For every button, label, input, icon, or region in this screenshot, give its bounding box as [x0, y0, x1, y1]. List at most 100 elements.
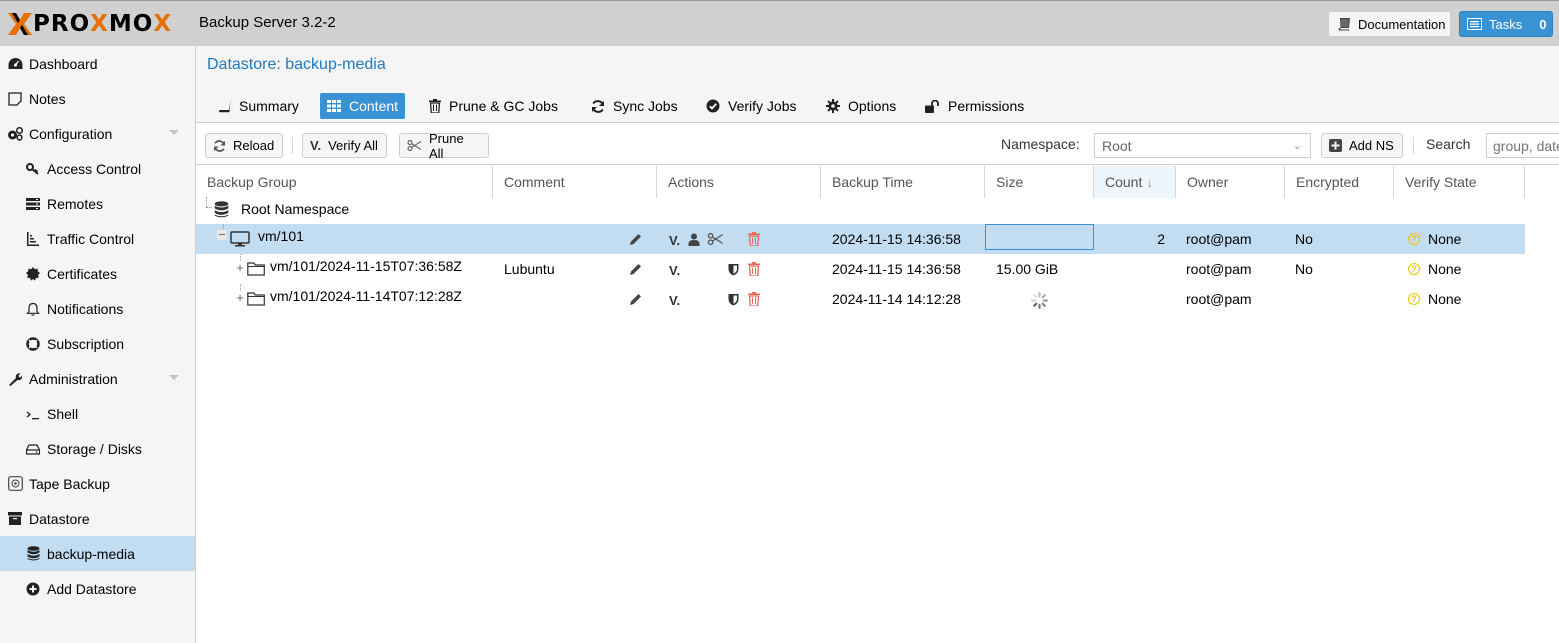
search-label: Search — [1426, 136, 1471, 152]
tab-sync-jobs[interactable]: Sync Jobs — [584, 93, 685, 119]
sidebar-item-shell[interactable]: Shell — [0, 396, 195, 431]
namespace-label: Namespace: — [1001, 136, 1080, 152]
lifebuoy-icon — [25, 336, 41, 352]
collapse-caret-icon[interactable] — [169, 130, 179, 135]
trash-icon — [429, 99, 441, 113]
sidebar-item-access-control[interactable]: Access Control — [0, 151, 195, 186]
folder-icon — [247, 284, 265, 314]
vm-monitor-icon — [230, 224, 250, 254]
add-ns-label: Add NS — [1349, 138, 1394, 153]
certificate-icon — [25, 266, 41, 282]
edit-comment-icon[interactable] — [629, 231, 642, 247]
collapse-icon[interactable]: − — [217, 228, 227, 241]
wrench-icon — [7, 371, 23, 387]
sidebar-item-remotes[interactable]: Remotes — [0, 186, 195, 221]
sidebar-item-add-datastore[interactable]: Add Datastore — [0, 571, 195, 606]
verify-all-button[interactable]: V. Verify All — [302, 133, 387, 158]
tasks-count: 0 — [1539, 16, 1547, 32]
verify-icon[interactable]: V. — [669, 262, 680, 278]
tab-bar: Summary Content Prune & GC Jobs Sync Job… — [196, 87, 1559, 123]
unlock-icon — [925, 99, 939, 113]
column-title: Backup Time — [832, 174, 913, 190]
sidebar-label: Add Datastore — [47, 580, 137, 597]
question-circle-icon: ? — [1408, 233, 1420, 245]
sidebar-item-traffic-control[interactable]: Traffic Control — [0, 221, 195, 256]
tab-permissions[interactable]: Permissions — [918, 93, 1031, 119]
change-owner-icon[interactable] — [688, 231, 700, 247]
namespace-select[interactable]: Root ⌄ — [1094, 133, 1311, 158]
sidebar-item-subscription[interactable]: Subscription — [0, 326, 195, 361]
encrypted: No — [1295, 231, 1313, 247]
database-icon — [25, 546, 41, 562]
documentation-button[interactable]: Documentation — [1328, 11, 1451, 37]
edit-comment-icon[interactable] — [629, 291, 642, 307]
verify-state-label: None — [1428, 231, 1462, 247]
sidebar-item-backup-media[interactable]: backup-media — [0, 536, 195, 571]
tasks-button[interactable]: Tasks 0 — [1459, 11, 1553, 37]
protected-shield-icon[interactable] — [728, 291, 739, 307]
owner: root@pam — [1186, 291, 1252, 307]
sidebar-item-notes[interactable]: Notes — [0, 81, 195, 116]
delete-icon[interactable] — [748, 261, 760, 277]
sidebar-item-storage-disks[interactable]: Storage / Disks — [0, 431, 195, 466]
chevron-down-icon: ⌄ — [1292, 140, 1302, 152]
edit-comment-icon[interactable] — [629, 261, 642, 277]
backup-count: 2 — [1157, 231, 1165, 247]
tab-label: Permissions — [948, 98, 1025, 114]
proxmox-x-icon — [8, 13, 32, 35]
protected-shield-icon[interactable] — [728, 261, 739, 277]
cogs-icon — [7, 126, 23, 142]
main-panel: Datastore: backup-media Summary Content … — [196, 46, 1559, 643]
search-input[interactable] — [1486, 133, 1559, 158]
prune-icon[interactable] — [707, 231, 724, 247]
product-version: Backup Server 3.2-2 — [199, 14, 336, 31]
owner: root@pam — [1186, 231, 1252, 247]
reload-button[interactable]: Reload — [205, 133, 283, 158]
column-title: Owner — [1187, 174, 1229, 190]
table-row[interactable]: + vm/101/2024-11-14T07:12:28Z V. 2024-11… — [196, 284, 1525, 314]
logo-text-pro: PRO — [33, 11, 91, 37]
question-circle-icon: ? — [1408, 293, 1420, 305]
sidebar-item-notifications[interactable]: Notifications — [0, 291, 195, 326]
sidebar-item-datastore[interactable]: Datastore — [0, 501, 195, 536]
tab-content[interactable]: Content — [320, 93, 406, 119]
sidebar-item-administration[interactable]: Administration — [0, 361, 195, 396]
refresh-icon — [592, 99, 604, 113]
table-row[interactable]: Root Namespace — [196, 194, 1525, 224]
tab-verify-jobs[interactable]: Verify Jobs — [699, 93, 803, 119]
sidebar-item-configuration[interactable]: Configuration — [0, 116, 195, 151]
reload-label: Reload — [233, 138, 275, 153]
folder-icon — [247, 254, 265, 284]
proxmox-logo[interactable]: PRO X MO X — [7, 10, 172, 38]
tab-options[interactable]: Options — [819, 93, 903, 119]
prune-all-label: Prune All — [428, 130, 464, 161]
sidebar-label: Shell — [47, 405, 79, 422]
backup-time: 2024-11-15 14:36:58 — [832, 261, 961, 277]
tab-prune-gc-jobs[interactable]: Prune & GC Jobs — [422, 93, 565, 119]
add-ns-button[interactable]: Add NS — [1321, 133, 1403, 158]
sidebar-label: Subscription — [47, 335, 125, 352]
toolbar-separator — [1413, 137, 1414, 154]
sidebar-item-certificates[interactable]: Certificates — [0, 256, 195, 291]
collapse-caret-icon[interactable] — [169, 375, 179, 380]
verify-icon[interactable]: V. — [669, 232, 680, 248]
plus-square-icon — [1329, 139, 1342, 152]
sidebar-label: Dashboard — [29, 55, 98, 72]
delete-icon[interactable] — [748, 291, 760, 307]
check-circle-icon — [706, 99, 720, 113]
content-toolbar: Reload V. Verify All Prune All Namespace… — [196, 124, 1559, 165]
tab-summary[interactable]: Summary — [211, 93, 306, 119]
expand-icon[interactable]: + — [235, 261, 245, 274]
sidebar-label: Remotes — [47, 195, 104, 212]
sidebar-label: Traffic Control — [47, 230, 135, 247]
table-row[interactable]: − vm/101 V. 2024-11-15 14:36:58 2 root@p… — [196, 224, 1525, 254]
delete-icon[interactable] — [748, 231, 760, 247]
table-row[interactable]: + vm/101/2024-11-15T07:36:58Z Lubuntu V.… — [196, 254, 1525, 284]
size-cell-focus[interactable] — [985, 224, 1094, 250]
sidebar-item-tape-backup[interactable]: Tape Backup — [0, 466, 195, 501]
expand-icon[interactable]: + — [235, 291, 245, 304]
prune-all-button[interactable]: Prune All — [399, 130, 489, 161]
verify-icon[interactable]: V. — [669, 292, 680, 308]
snapshot-name: vm/101/2024-11-15T07:36:58Z — [270, 258, 462, 274]
sidebar-item-dashboard[interactable]: Dashboard — [0, 46, 195, 81]
